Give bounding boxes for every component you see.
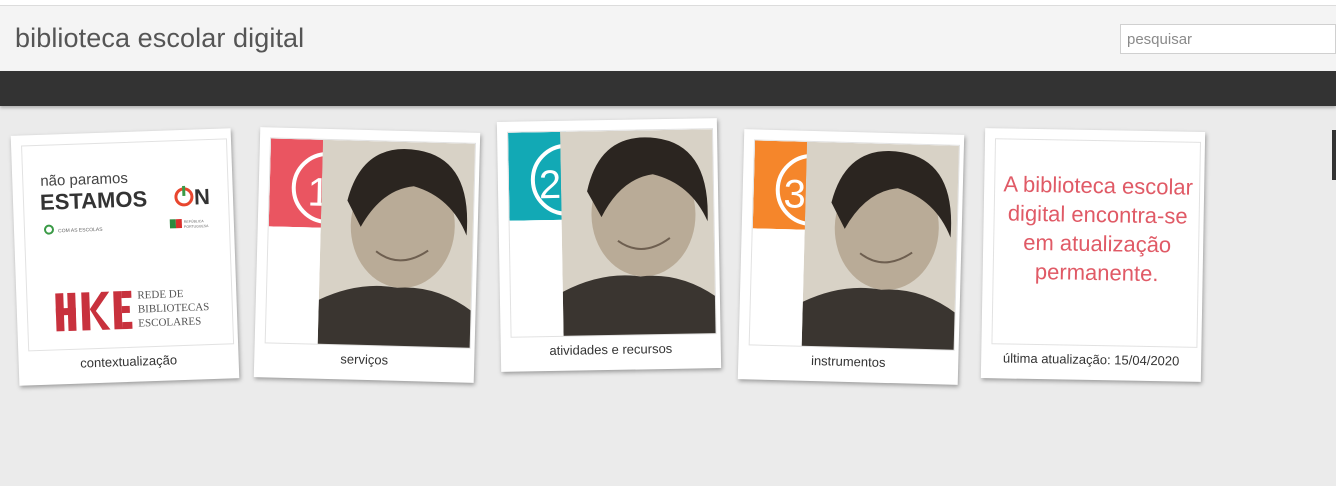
- nav-bar: [0, 71, 1336, 106]
- search-input[interactable]: [1120, 24, 1336, 54]
- card-image: 2: [507, 128, 717, 338]
- number-label: 3: [783, 172, 806, 217]
- card-atualizacao[interactable]: A biblioteca escolar digital encontra-se…: [980, 128, 1206, 382]
- card-image: A biblioteca escolar digital encontra-se…: [991, 138, 1201, 348]
- site-title[interactable]: biblioteca escolar digital: [15, 23, 304, 54]
- card-servicos[interactable]: 1 serviços: [253, 127, 481, 383]
- card-image: 3: [748, 139, 960, 351]
- number-label: 2: [539, 163, 562, 207]
- svg-text:REPÚBLICA: REPÚBLICA: [184, 219, 205, 224]
- card-instrumentos[interactable]: 3 instrumentos: [737, 129, 965, 385]
- card-caption: contextualização: [79, 352, 178, 371]
- card-contextualizacao[interactable]: não paramos ESTAMOS N COM AS ESCOLAS REP…: [10, 128, 240, 386]
- child-reading-photo: [560, 129, 717, 338]
- svg-text:BIBLIOTECAS: BIBLIOTECAS: [138, 301, 210, 315]
- svg-text:ESCOLARES: ESCOLARES: [138, 315, 201, 329]
- card-caption: serviços: [340, 351, 389, 368]
- svg-text:REDE DE: REDE DE: [137, 288, 184, 302]
- child-reading-photo: [317, 139, 476, 349]
- svg-text:ESTAMOS: ESTAMOS: [40, 186, 148, 215]
- estamos-on-logo: não paramos ESTAMOS N COM AS ESCOLAS REP…: [40, 170, 211, 332]
- number-badge: 2: [508, 131, 568, 221]
- child-reading-photo: [801, 141, 960, 351]
- svg-text:N: N: [194, 184, 211, 210]
- number-badge: 3: [752, 140, 813, 230]
- card-caption: última atualização: 15/04/2020: [1002, 350, 1180, 369]
- status-message: A biblioteca escolar digital encontra-se…: [1003, 171, 1194, 287]
- card-image: 1: [264, 137, 476, 349]
- card-caption: atividades e recursos: [549, 340, 673, 359]
- svg-text:PORTUGUESA: PORTUGUESA: [184, 224, 209, 229]
- card-atividades[interactable]: 2 atividades e recursos: [496, 118, 722, 372]
- card-image: não paramos ESTAMOS N COM AS ESCOLAS REP…: [21, 138, 235, 352]
- number-badge: 1: [268, 138, 329, 228]
- site-header: biblioteca escolar digital: [0, 5, 1336, 72]
- side-tab[interactable]: [1332, 130, 1336, 180]
- card-caption: instrumentos: [810, 352, 886, 370]
- svg-text:COM AS ESCOLAS: COM AS ESCOLAS: [58, 227, 103, 235]
